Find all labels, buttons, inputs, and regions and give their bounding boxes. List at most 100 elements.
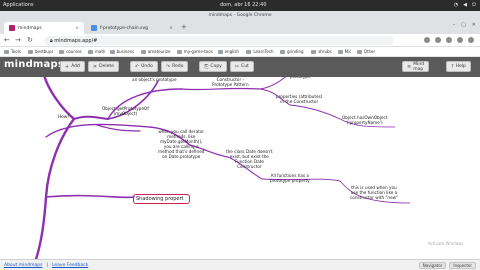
back-icon[interactable]: ← (4, 36, 10, 44)
delete-button[interactable]: ✕ Delete (87, 61, 119, 72)
node-hasownobject[interactable]: Object.hasOwnObject ('propertyName') (342, 115, 387, 125)
bookmark-item[interactable]: Other (356, 49, 375, 54)
os-top-bar: Applications dom, abr 16 22:40 ◔ ◀ ⏻ (0, 0, 480, 11)
tab-prototype-chain[interactable]: f-prototype-chain.svg × (86, 22, 178, 34)
bookmark-item[interactable]: Tools (4, 49, 21, 54)
bookmark-item[interactable]: amateurize (140, 49, 170, 54)
node-prototype-small[interactable]: prototype (290, 77, 310, 79)
folder-icon (28, 49, 33, 54)
node-all-functions[interactable]: All functions has a prototype property (270, 173, 310, 183)
reload-icon[interactable]: ↻ (27, 36, 33, 44)
bookmark-label: grinding (287, 49, 304, 54)
close-window-icon[interactable]: ✕ (472, 22, 476, 28)
window-title: mindmaps - Google Chrome (208, 13, 272, 18)
tab-mindmaps[interactable]: mindmaps × (4, 22, 84, 34)
tab-close-icon[interactable]: × (169, 26, 173, 31)
extension-icon[interactable] (435, 37, 441, 43)
mind-map-menu-label: Mind map (413, 61, 425, 72)
status-bar: About mindmaps | Leave Feedback Navigato… (0, 259, 480, 270)
bookmarks-bar: Tools bestbuys courses math business amateuri… (0, 47, 480, 57)
bookmark-item[interactable]: english (217, 49, 239, 54)
browser-menu-icon[interactable] (468, 37, 474, 43)
url-bar[interactable]: 🔒︎ mindmaps.app/# (44, 36, 394, 45)
bookmark-label: my-game-toos (183, 49, 213, 54)
bookmark-item[interactable]: grinding (280, 49, 304, 54)
undo-button[interactable]: ↶ Undo (129, 61, 158, 72)
branch-line (34, 117, 76, 259)
node-class-date[interactable]: the class Date doesn't exist, but exist … (226, 149, 273, 169)
app-header: mindmaps + Add ✕ Delete ↶ Undo ↷ Redo ⎘ Copy ✂ Cut … (0, 57, 480, 77)
bookmark-label: math (95, 49, 106, 54)
node-shadowing-label[interactable]: Shadowing propert (136, 196, 184, 202)
address-row: ← → ↻ 🔒︎ mindmaps.app/# (0, 34, 480, 47)
mindmap-canvas[interactable]: an object's prototype Constructor - Prot… (0, 77, 480, 259)
branch-line (289, 104, 341, 120)
extension-icon[interactable] (424, 37, 430, 43)
delete-label: Delete (99, 64, 114, 69)
undo-icon: ↶ (134, 63, 140, 70)
branch-line (43, 77, 76, 121)
cut-button[interactable]: ✂ Cut (229, 61, 254, 72)
maximize-icon[interactable]: ▢ (461, 22, 466, 28)
delete-icon: ✕ (92, 63, 98, 70)
copy-button[interactable]: ⎘ Copy (199, 61, 227, 72)
help-button[interactable]: ? Help (446, 61, 471, 72)
branch-line (259, 77, 286, 90)
extension-icons (424, 37, 474, 43)
toolbar: + Add ✕ Delete ↶ Undo ↷ Redo ⎘ Copy ✂ Cut ≡ Mind ma… (60, 61, 471, 72)
node-constructor[interactable]: Constructor - Prototype Pattern (212, 77, 249, 87)
folder-icon (217, 49, 223, 54)
tab-close-icon[interactable]: × (75, 26, 79, 31)
new-tab-button[interactable]: + (181, 23, 187, 31)
copy-label: Copy (210, 64, 222, 69)
mind-map-menu-button[interactable]: ≡ Mind map (402, 61, 430, 72)
folder-icon (59, 49, 65, 54)
separator: | (46, 263, 48, 268)
cut-icon: ✂ (234, 63, 240, 70)
folder-icon (246, 49, 252, 54)
node-used-new[interactable]: this is used when you use the function l… (350, 185, 398, 200)
feedback-link[interactable]: Leave Feedback (52, 263, 88, 268)
redo-icon: ↷ (165, 63, 171, 70)
inspector-button[interactable]: Inspector (449, 262, 476, 269)
about-link[interactable]: About mindmaps (4, 263, 42, 268)
node-prototype-top[interactable]: an object's prototype (132, 77, 177, 82)
bookmark-item[interactable]: Mic (337, 49, 351, 54)
profile-avatar[interactable] (457, 37, 463, 43)
node-shadowing-property[interactable]: Shadowing propert (133, 194, 190, 204)
activate-windows-watermark: Activate Windows (428, 241, 464, 246)
applications-menu[interactable]: Applications (3, 2, 34, 8)
navigator-button[interactable]: Navigator (418, 262, 447, 269)
bookmark-label: business (116, 49, 135, 54)
node-properties[interactable]: properties (attributes) in the Construct… (276, 94, 322, 104)
bookmark-item[interactable]: business (109, 49, 135, 54)
bookmark-label: LearnTech (253, 49, 274, 54)
folder-icon (109, 49, 115, 54)
node-iterator[interactable]: when you call iterator methods, like myD… (158, 129, 204, 159)
redo-button[interactable]: ↷ Redo (160, 61, 189, 72)
cut-label: Cut (241, 64, 249, 69)
bookmark-item[interactable]: LearnTech (246, 49, 274, 54)
system-tray: ◔ ◀ ⏻ (454, 2, 476, 8)
node-getprototypeof[interactable]: Object.getPrototypeOf (myObject) (102, 106, 149, 116)
bookmark-item[interactable]: courses (59, 49, 82, 54)
bookmark-item[interactable]: my-game-toos (176, 49, 213, 54)
help-label: Help (455, 64, 466, 69)
bookmark-label: shrubs (318, 49, 332, 54)
extension-icon[interactable] (446, 37, 452, 43)
bookmark-item[interactable]: bestbuys (28, 49, 53, 54)
bookmark-label: courses (66, 49, 82, 54)
bookmark-label: bestbuys (35, 49, 54, 54)
bookmark-item[interactable]: math (88, 49, 105, 54)
minimize-icon[interactable]: – (453, 22, 456, 28)
power-icon[interactable]: ⏻ (472, 2, 476, 8)
add-button[interactable]: + Add (60, 61, 85, 72)
clock[interactable]: dom, abr 16 22:40 (220, 2, 267, 8)
node-how[interactable]: How? (58, 114, 69, 119)
volume-icon[interactable]: ◀ (463, 2, 467, 8)
forward-icon[interactable]: → (15, 36, 21, 44)
folder-icon (176, 49, 182, 54)
network-icon[interactable]: ◔ (454, 2, 458, 8)
folder-icon (311, 49, 317, 54)
bookmark-item[interactable]: shrubs (311, 49, 332, 54)
